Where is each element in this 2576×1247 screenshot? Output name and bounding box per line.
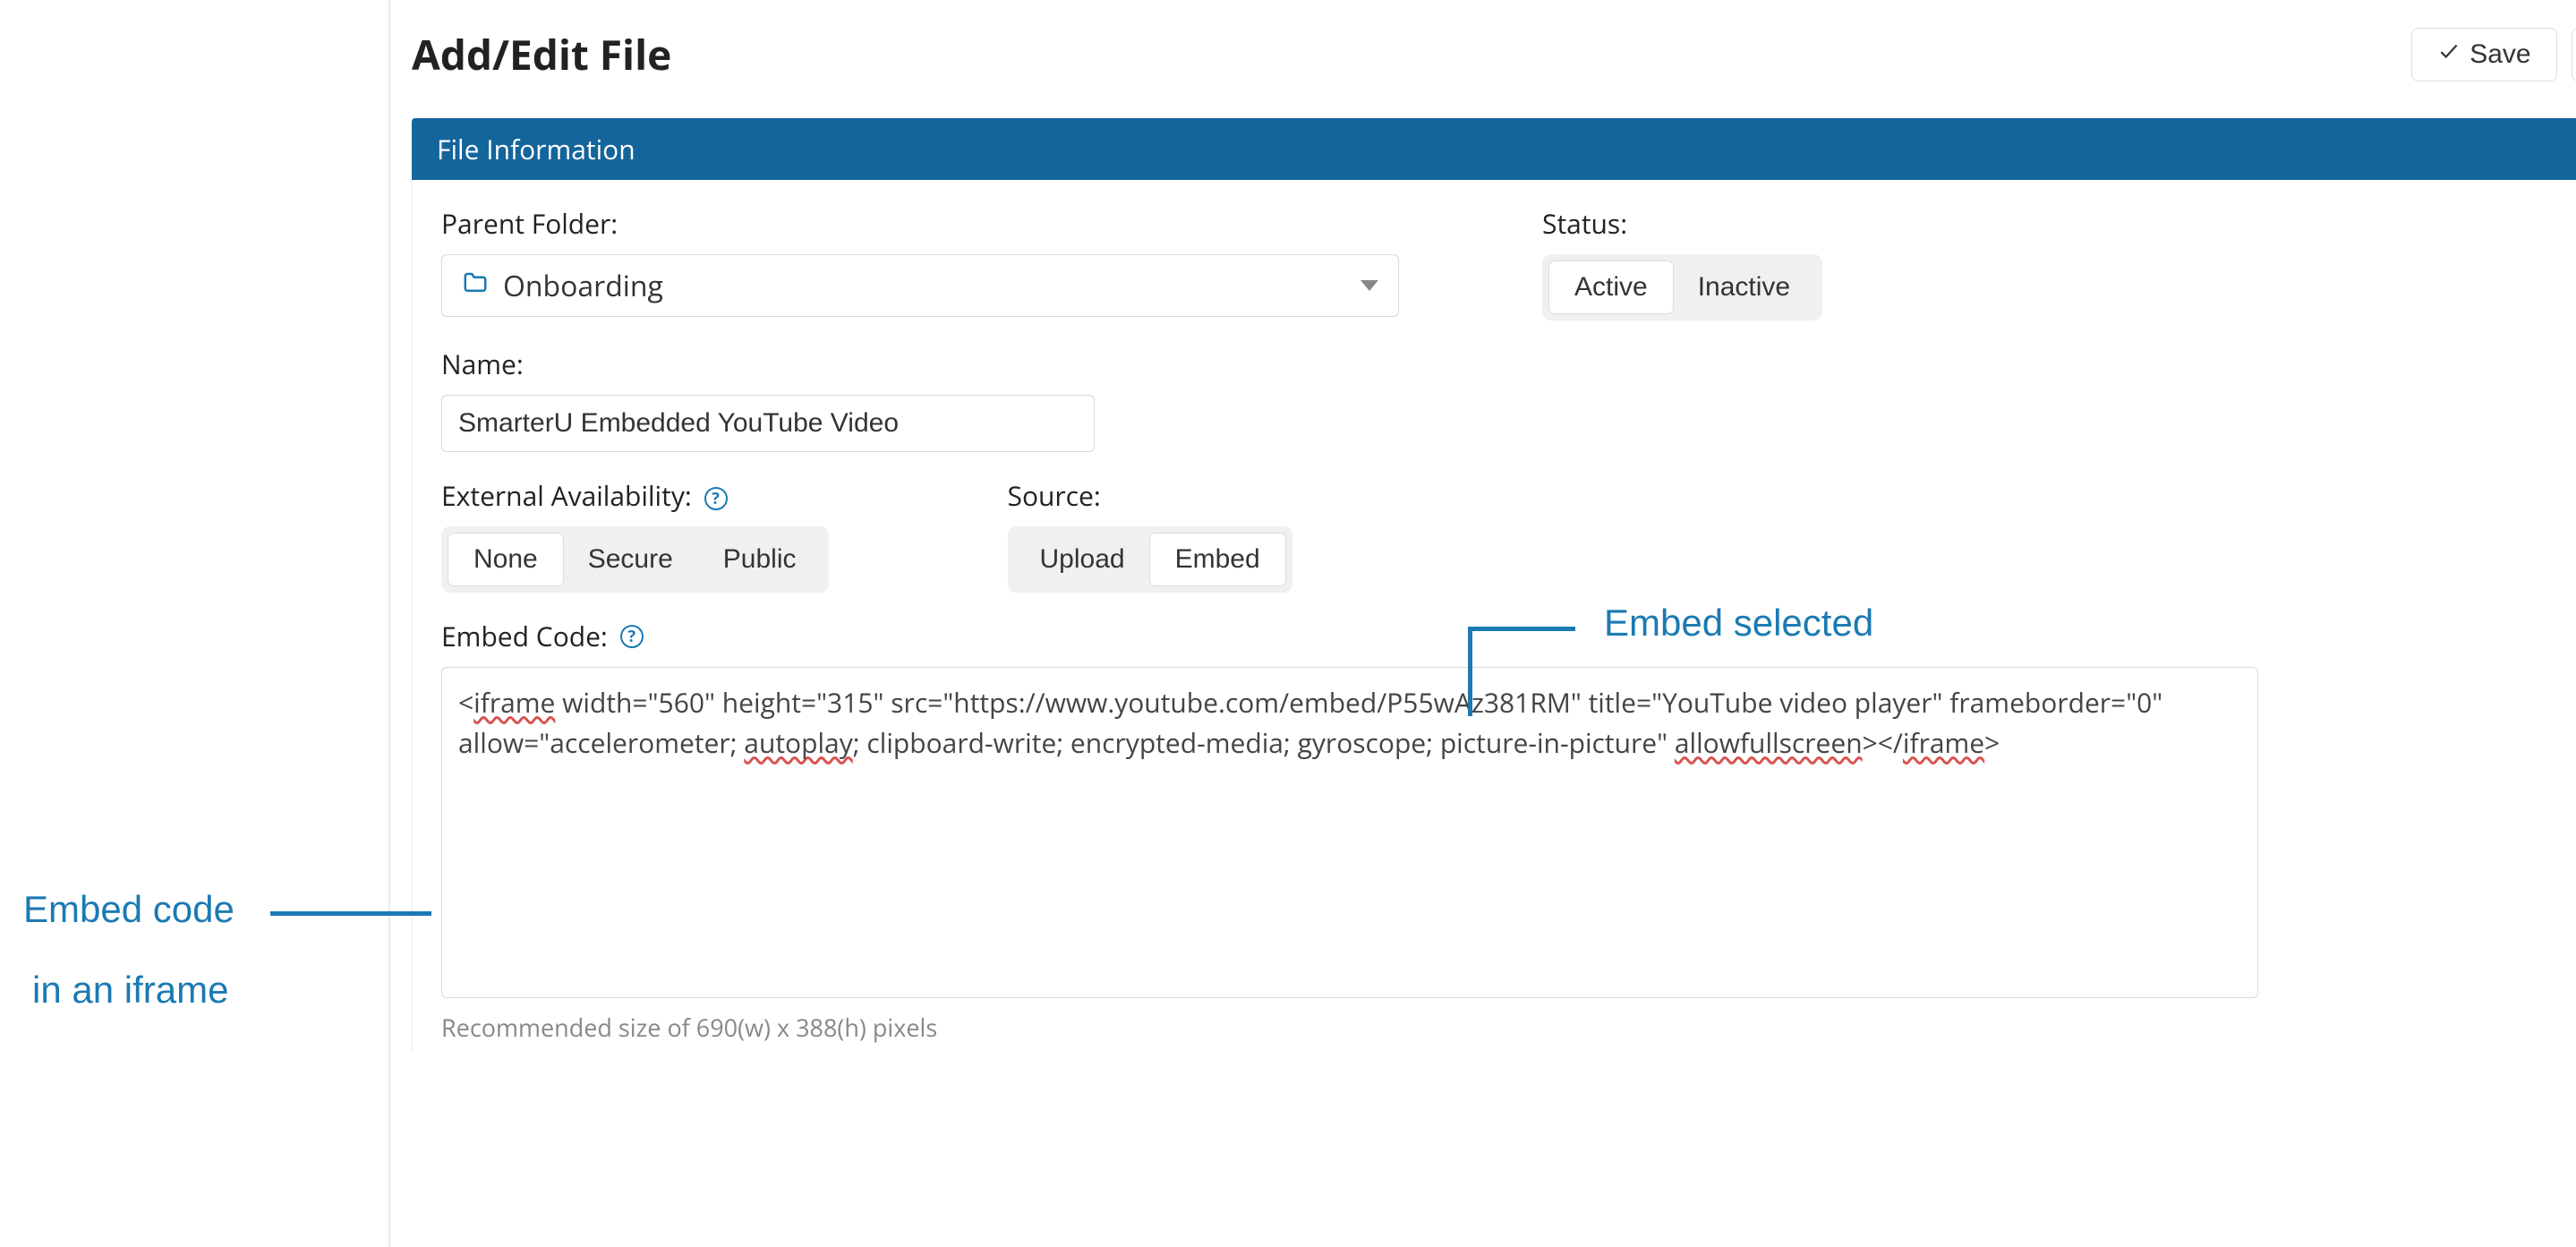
source-upload[interactable]: Upload (1015, 534, 1150, 585)
name-label: Name: (441, 346, 2576, 382)
status-label: Status: (1542, 205, 1822, 242)
annotation-line (1468, 627, 1575, 631)
status-option-inactive[interactable]: Inactive (1673, 261, 1815, 313)
ext-avail-public[interactable]: Public (698, 534, 822, 585)
help-icon[interactable]: ? (704, 487, 728, 510)
save-button[interactable]: Save (2411, 28, 2556, 81)
panel-title: File Information (437, 131, 635, 167)
source-segmented: Upload Embed (1008, 526, 1292, 593)
parent-folder-label: Parent Folder: (441, 205, 1399, 242)
action-buttons: Save Cancel (2411, 28, 2576, 81)
embed-code-textarea[interactable]: <iframe width="560" height="315" src="ht… (441, 667, 2258, 998)
annotation-line (1468, 627, 1472, 716)
annotation-embed-code-2: in an iframe (32, 969, 228, 1012)
chevron-down-icon (1361, 280, 1378, 291)
size-hint: Recommended size of 690(w) x 388(h) pixe… (441, 1011, 2576, 1044)
source-embed[interactable]: Embed (1150, 534, 1285, 585)
embed-code-label: Embed Code: (441, 618, 608, 654)
annotation-line (270, 911, 431, 916)
status-option-active[interactable]: Active (1549, 261, 1673, 313)
help-icon[interactable]: ? (620, 625, 644, 648)
ext-avail-secure[interactable]: Secure (563, 534, 698, 585)
page-title: Add/Edit File (412, 27, 671, 82)
name-input[interactable] (441, 395, 1095, 452)
status-segmented: Active Inactive (1542, 254, 1822, 320)
annotation-embed-code-1: Embed code (23, 888, 235, 931)
external-availability-label-text: External Availability: (441, 477, 692, 514)
parent-folder-value: Onboarding (503, 267, 663, 305)
external-availability-segmented: None Secure Public (441, 526, 829, 593)
panel-header[interactable]: File Information (412, 118, 2576, 180)
panel-body: Parent Folder: Onboarding Status: Active… (412, 180, 2576, 1053)
source-label: Source: (1008, 477, 1292, 514)
cancel-button[interactable]: Cancel (2572, 28, 2576, 81)
save-button-label: Save (2469, 39, 2530, 70)
left-separator (388, 0, 390, 1247)
folder-icon (462, 267, 489, 305)
ext-avail-none[interactable]: None (448, 534, 563, 585)
parent-folder-select[interactable]: Onboarding (441, 254, 1399, 317)
annotation-embed-selected: Embed selected (1604, 602, 1873, 645)
page-header: Add/Edit File Save Cancel (412, 27, 2576, 82)
external-availability-label: External Availability: ? (441, 477, 829, 514)
check-icon (2437, 39, 2461, 70)
